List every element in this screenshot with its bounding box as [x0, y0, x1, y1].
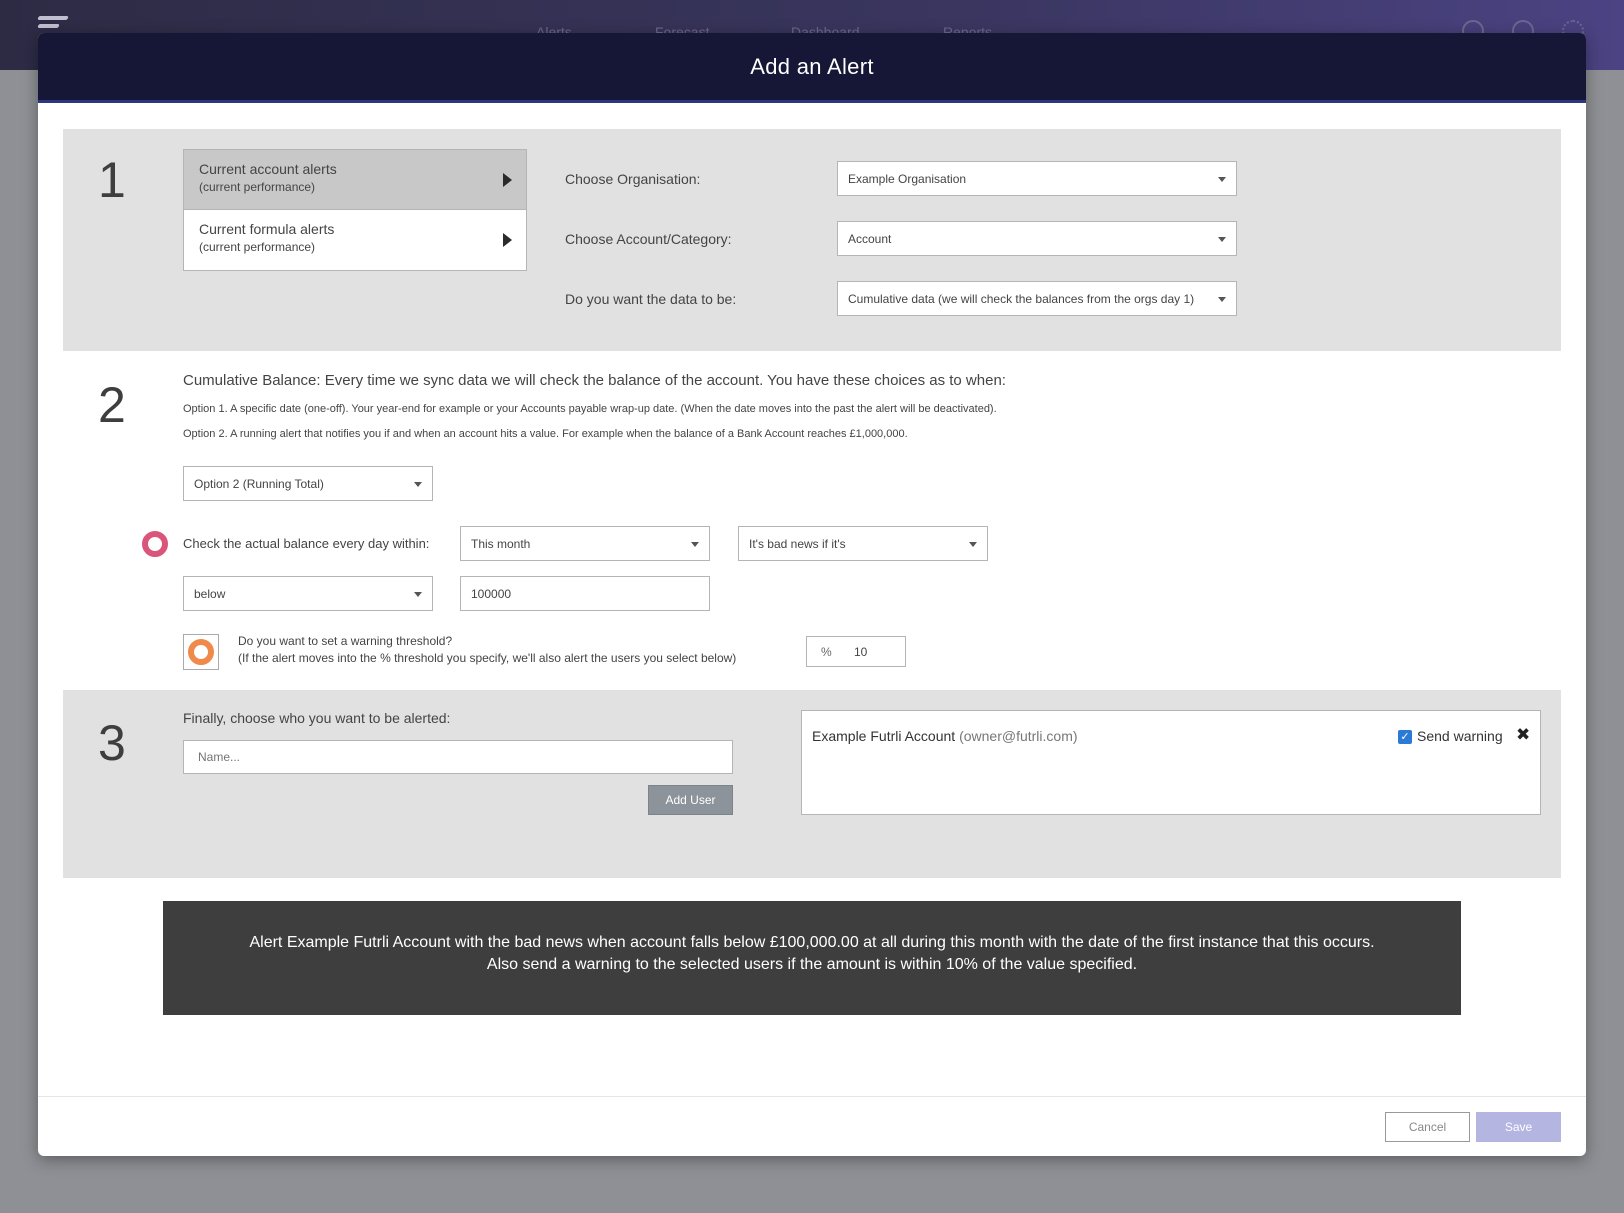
cumulative-balance-intro: Cumulative Balance: Every time we sync d…	[183, 372, 1006, 389]
tab-current-account-alerts[interactable]: Current account alerts (current performa…	[184, 150, 526, 210]
warning-question: Do you want to set a warning threshold?	[238, 634, 453, 648]
step-number-3: 3	[98, 715, 126, 771]
news-type-value: It's bad news if it's	[749, 536, 846, 551]
remove-user-icon[interactable]: ✖	[1516, 725, 1530, 745]
percent-value: 10	[854, 645, 868, 659]
data-type-select[interactable]: Cumulative data (we will check the balan…	[837, 281, 1237, 316]
tab-title: Current formula alerts	[199, 221, 335, 237]
account-category-select[interactable]: Account	[837, 221, 1237, 256]
user-entry: Example Futrli Account (owner@futrli.com…	[812, 728, 1078, 744]
organisation-label: Choose Organisation:	[565, 171, 701, 187]
alert-type-tabs: Current account alerts (current performa…	[183, 149, 527, 271]
add-alert-modal: Add an Alert 1 Current account alerts (c…	[38, 33, 1586, 1156]
chevron-down-icon	[414, 482, 422, 487]
account-category-label: Choose Account/Category:	[565, 231, 732, 247]
comparison-value: below	[194, 586, 226, 601]
chevron-down-icon	[1218, 297, 1226, 302]
chevron-down-icon	[691, 542, 699, 547]
selected-users-list: Example Futrli Account (owner@futrli.com…	[801, 710, 1541, 815]
name-search-input[interactable]	[183, 740, 733, 774]
alert-summary: Alert Example Futrli Account with the ba…	[163, 901, 1461, 1015]
news-type-select[interactable]: It's bad news if it's	[738, 526, 988, 561]
send-warning-checkbox[interactable]: ✓	[1398, 730, 1412, 744]
chevron-down-icon	[969, 542, 977, 547]
section-3: 3 Finally, choose who you want to be ale…	[63, 690, 1561, 878]
add-user-button[interactable]: Add User	[648, 785, 733, 815]
cancel-button[interactable]: Cancel	[1385, 1112, 1470, 1142]
user-name: Example Futrli Account	[812, 728, 956, 744]
arrow-right-icon	[503, 173, 512, 187]
summary-line-1: Alert Example Futrli Account with the ba…	[249, 934, 1375, 951]
section-1: 1 Current account alerts (current perfor…	[63, 129, 1561, 351]
alert-recipients-prompt: Finally, choose who you want to be alert…	[183, 710, 451, 726]
user-email: (owner@futrli.com)	[959, 728, 1078, 744]
tab-subtitle: (current performance)	[199, 240, 316, 254]
account-category-value: Account	[848, 231, 892, 246]
tab-current-formula-alerts[interactable]: Current formula alerts (current performa…	[184, 210, 526, 270]
data-type-value: Cumulative data (we will check the balan…	[848, 291, 1195, 306]
step-number-2: 2	[98, 377, 126, 433]
check-balance-label: Check the actual balance every day withi…	[183, 536, 430, 551]
warning-percent-input[interactable]: % 10	[806, 636, 906, 667]
period-select[interactable]: This month	[460, 526, 710, 561]
modal-header: Add an Alert	[38, 33, 1586, 103]
option-1-description: Option 1. A specific date (one-off). You…	[183, 403, 997, 415]
chevron-down-icon	[1218, 237, 1226, 242]
section-2: 2 Cumulative Balance: Every time we sync…	[63, 351, 1561, 703]
data-type-label: Do you want the data to be:	[565, 291, 737, 307]
warning-note: (If the alert moves into the % threshold…	[238, 651, 737, 665]
tab-title: Current account alerts	[199, 161, 337, 177]
send-warning-label: Send warning	[1417, 728, 1503, 744]
save-button[interactable]: Save	[1476, 1112, 1561, 1142]
modal-title: Add an Alert	[750, 53, 874, 79]
chevron-down-icon	[1218, 177, 1226, 182]
period-value: This month	[471, 536, 531, 551]
arrow-right-icon	[503, 233, 512, 247]
summary-line-2: Also send a warning to the selected user…	[486, 956, 1138, 973]
footer-divider	[38, 1096, 1586, 1097]
option-select-value: Option 2 (Running Total)	[194, 476, 324, 491]
chevron-down-icon	[414, 592, 422, 597]
amount-value: 100000	[471, 586, 512, 601]
organisation-value: Example Organisation	[848, 171, 967, 186]
amount-input[interactable]: 100000	[460, 576, 710, 611]
warning-radio-icon	[188, 639, 214, 665]
check-balance-radio[interactable]	[142, 531, 168, 557]
percent-symbol: %	[821, 645, 832, 659]
option-select[interactable]: Option 2 (Running Total)	[183, 466, 433, 501]
warning-threshold-toggle[interactable]	[183, 634, 219, 670]
option-2-description: Option 2. A running alert that notifies …	[183, 428, 908, 440]
comparison-select[interactable]: below	[183, 576, 433, 611]
organisation-select[interactable]: Example Organisation	[837, 161, 1237, 196]
step-number-1: 1	[98, 152, 126, 208]
tab-subtitle: (current performance)	[199, 180, 316, 194]
